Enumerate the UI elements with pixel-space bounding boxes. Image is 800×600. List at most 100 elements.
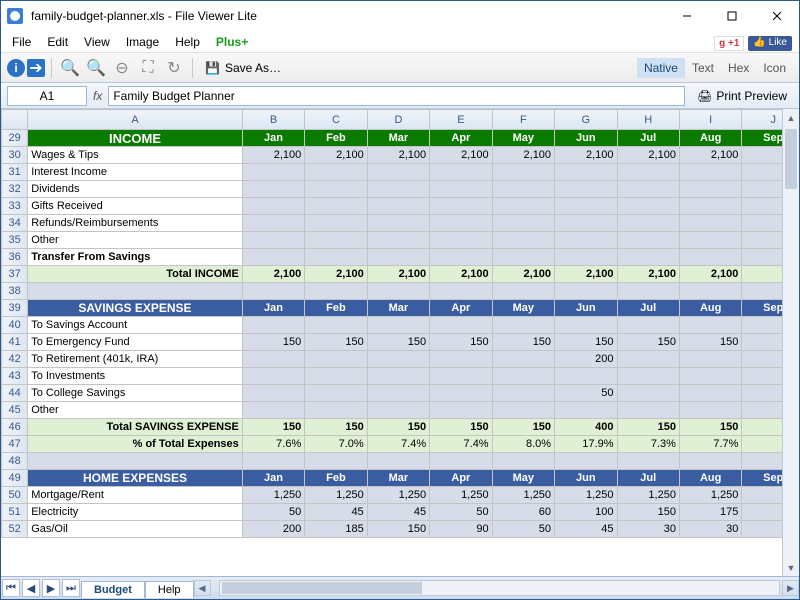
row-label[interactable]: Wages & Tips [28, 147, 243, 164]
cell[interactable]: 1,250 [492, 487, 554, 504]
save-as-button[interactable]: 💾 Save As… [199, 59, 287, 77]
sheet-tab-help[interactable]: Help [145, 581, 194, 598]
cell[interactable] [742, 351, 782, 368]
cell[interactable] [367, 317, 429, 334]
cell[interactable] [430, 317, 492, 334]
tab-nav-prev[interactable]: ◀ [22, 579, 40, 597]
cell[interactable] [305, 232, 367, 249]
cell[interactable] [305, 249, 367, 266]
cell[interactable] [430, 232, 492, 249]
row-label[interactable]: To Emergency Fund [28, 334, 243, 351]
cell[interactable] [305, 351, 367, 368]
row-label[interactable]: Dividends [28, 181, 243, 198]
cell[interactable]: 2,100 [305, 266, 367, 283]
cell[interactable] [367, 249, 429, 266]
cell[interactable] [367, 181, 429, 198]
cell[interactable]: 150 [430, 334, 492, 351]
row-header[interactable]: 31 [2, 164, 28, 181]
cell[interactable] [617, 283, 679, 300]
cell[interactable]: 2,100 [367, 266, 429, 283]
cell[interactable]: 185 [305, 521, 367, 538]
row-header[interactable]: 44 [2, 385, 28, 402]
cell[interactable]: 1,250 [617, 487, 679, 504]
row-header[interactable]: 32 [2, 181, 28, 198]
cell[interactable] [555, 164, 617, 181]
cell[interactable]: 2, [742, 266, 782, 283]
cell[interactable] [742, 368, 782, 385]
cell[interactable] [742, 215, 782, 232]
cell[interactable]: 400 [555, 419, 617, 436]
cell[interactable] [742, 334, 782, 351]
maximize-button[interactable] [709, 2, 754, 31]
cell[interactable]: 150 [305, 334, 367, 351]
cell[interactable] [430, 164, 492, 181]
cell[interactable] [492, 317, 554, 334]
cell[interactable]: 45 [555, 521, 617, 538]
col-header[interactable]: H [617, 110, 679, 130]
row-label[interactable]: To Investments [28, 368, 243, 385]
row-label[interactable]: To Savings Account [28, 317, 243, 334]
cell[interactable] [367, 368, 429, 385]
col-header[interactable]: D [367, 110, 429, 130]
cell[interactable] [679, 215, 741, 232]
google-plus-button[interactable]: g +1 [714, 36, 744, 51]
menu-plus[interactable]: Plus+ [209, 33, 255, 51]
cell[interactable] [555, 249, 617, 266]
cell[interactable]: 17.9% [555, 436, 617, 453]
cell[interactable] [742, 504, 782, 521]
cell[interactable] [242, 453, 304, 470]
cell-reference-box[interactable]: A1 [7, 86, 87, 106]
vertical-scrollbar[interactable]: ▲ ▼ [782, 109, 799, 576]
row-label[interactable]: Mortgage/Rent [28, 487, 243, 504]
col-header[interactable]: B [242, 110, 304, 130]
cell[interactable] [555, 283, 617, 300]
cell[interactable] [242, 164, 304, 181]
row-header[interactable]: 37 [2, 266, 28, 283]
cell[interactable] [492, 283, 554, 300]
cell[interactable]: 150 [242, 334, 304, 351]
cell[interactable] [492, 232, 554, 249]
hscroll-right-icon[interactable]: ▶ [782, 580, 799, 596]
cell[interactable]: 200 [242, 521, 304, 538]
viewmode-native[interactable]: Native [637, 58, 685, 78]
cell[interactable]: 1,250 [679, 487, 741, 504]
cell[interactable] [679, 181, 741, 198]
tab-nav-last[interactable]: ⏭ [62, 579, 80, 597]
cell[interactable]: 7.6% [242, 436, 304, 453]
sheet-tab-budget[interactable]: Budget [81, 581, 145, 598]
menu-help[interactable]: Help [168, 33, 207, 51]
cell[interactable] [742, 521, 782, 538]
horizontal-scrollbar[interactable] [219, 580, 780, 596]
cell[interactable] [430, 453, 492, 470]
cell[interactable] [617, 385, 679, 402]
info-icon[interactable]: i [7, 59, 25, 77]
cell[interactable] [242, 283, 304, 300]
row-label[interactable]: Gifts Received [28, 198, 243, 215]
fit-icon[interactable]: ⛶ [136, 57, 160, 79]
row-label[interactable]: To Retirement (401k, IRA) [28, 351, 243, 368]
cell[interactable]: 7.7% [679, 436, 741, 453]
cell[interactable] [430, 283, 492, 300]
cell[interactable] [430, 402, 492, 419]
cell[interactable] [28, 283, 243, 300]
row-header[interactable]: 35 [2, 232, 28, 249]
col-header[interactable]: F [492, 110, 554, 130]
cell[interactable] [555, 402, 617, 419]
cell[interactable]: 150 [679, 419, 741, 436]
cell[interactable] [242, 181, 304, 198]
cell[interactable] [492, 368, 554, 385]
cell[interactable] [367, 402, 429, 419]
col-header[interactable]: G [555, 110, 617, 130]
cell[interactable] [617, 232, 679, 249]
cell[interactable] [430, 351, 492, 368]
row-header[interactable]: 51 [2, 504, 28, 521]
spreadsheet-grid[interactable]: ABCDEFGHIJ29INCOMEJanFebMarAprMayJunJulA… [1, 109, 782, 576]
cell[interactable] [555, 368, 617, 385]
menu-file[interactable]: File [5, 33, 38, 51]
cell[interactable] [430, 368, 492, 385]
row-header[interactable]: 43 [2, 368, 28, 385]
col-header[interactable]: A [28, 110, 243, 130]
cell[interactable] [742, 402, 782, 419]
cell[interactable]: 100 [555, 504, 617, 521]
cell[interactable] [617, 164, 679, 181]
